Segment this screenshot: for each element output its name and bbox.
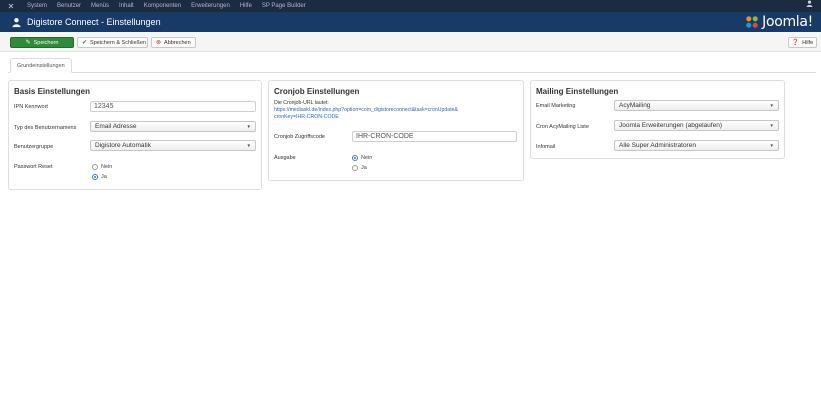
inform-select[interactable]: Alle Super Administratoren ▼ [614,140,779,151]
mailing-settings-panel: Mailing Einstellungen Email Marketing Ac… [530,80,785,159]
reset-label: Passwort Reset [14,164,53,170]
nav-item-content[interactable]: Inhalt [114,0,139,12]
username-type-value: Email Adresse [95,123,137,130]
ipn-label: IPN Kennwort [14,104,48,110]
username-type-label: Typ des Benutzernamens [14,125,77,131]
output-radio-nein[interactable]: Nein [352,155,372,161]
mailing-panel-title: Mailing Einstellungen [536,87,619,96]
save-close-button-label: Speichern & Schließen [90,39,146,46]
reset-radio-ja[interactable]: Ja [92,174,107,180]
radio-dot [352,165,358,171]
chevron-down-icon: ▼ [769,123,774,128]
nav-item-help[interactable]: Hilfe [235,0,257,12]
save-button-label: Speichern [33,39,59,46]
top-navbar: ✕ System Benutzer Menüs Inhalt Komponent… [0,0,821,12]
tab-bar: Grundeinstellungen [8,58,816,73]
chevron-down-icon: ▼ [769,103,774,108]
reset-option-ja: Ja [101,174,107,180]
reset-option-nein: Nein [101,164,113,170]
cancel-icon: ⊗ [156,40,162,46]
radio-dot [352,155,358,161]
nav-item-components[interactable]: Komponenten [139,0,186,12]
toolbar: ✎ Speichern ✔ Speichern & Schließen ⊗ Ab… [0,32,821,52]
cancel-button[interactable]: ⊗ Abbrechen [151,37,196,48]
cron-code-label: Cronjob Zugriffscode [274,134,325,140]
joomla-logo-text: Joomla! [762,14,813,30]
save-button[interactable]: ✎ Speichern [10,37,74,48]
cancel-button-label: Abbrechen [164,39,191,46]
joomla-logo-icon [746,16,758,28]
nav-item-system[interactable]: System [22,0,52,12]
nav-item-sp-page-builder[interactable]: SP Page Builder [257,0,311,12]
output-option-nein: Nein [361,155,373,161]
help-icon: ❓ [791,40,800,46]
cronjob-panel-title: Cronjob Einstellungen [274,87,360,96]
username-type-select[interactable]: Email Adresse ▼ [90,121,256,132]
cronjob-url-line1[interactable]: https://mediaskl.de/index.php?option=com… [274,107,519,114]
output-radio-ja[interactable]: Ja [352,165,367,171]
group-label: Benutzergruppe [14,144,54,150]
basis-settings-panel: Basis Einstellungen IPN Kennwort 12345 T… [8,80,262,190]
email-marketing-value: AcyMailing [619,102,651,109]
cronjob-url-intro: Die Cronjob-URL lautet: [274,100,329,106]
help-button-label: Hilfe [802,39,814,46]
cron-list-label: Cron AcyMailing Liste [536,124,589,130]
cron-list-select[interactable]: Joomla Erweiterungen (abgelaufen) ▼ [614,120,779,131]
group-value: Digistore Automatik [95,142,151,149]
nav-item-extensions[interactable]: Erweiterungen [186,0,235,12]
email-marketing-select[interactable]: AcyMailing ▼ [614,100,779,111]
joomla-menu-icon[interactable]: ✕ [0,0,22,12]
chevron-down-icon: ▼ [246,143,251,148]
chevron-down-icon: ▼ [769,143,774,148]
cronjob-settings-panel: Cronjob Einstellungen Die Cronjob-URL la… [268,80,524,181]
cron-list-value: Joomla Erweiterungen (abgelaufen) [619,122,722,129]
user-icon[interactable] [806,0,813,12]
basis-panel-title: Basis Einstellungen [14,87,91,96]
edit-icon: ✎ [25,40,31,46]
chevron-down-icon: ▼ [246,124,251,129]
help-button[interactable]: ❓ Hilfe [788,37,817,48]
users-icon [10,16,22,28]
cronjob-url-line2[interactable]: cronKey=IHR-CRON-CODE [274,114,519,121]
inform-label: Infomail [536,144,556,150]
page-title: Digistore Connect - Einstellungen [27,17,161,27]
nav-item-menus[interactable]: Menüs [86,0,114,12]
ipn-input[interactable]: 12345 [90,101,256,112]
radio-dot [92,174,98,180]
group-select[interactable]: Digistore Automatik ▼ [90,140,256,151]
cronjob-url-info: Die Cronjob-URL lautet: https://mediaskl… [274,100,519,121]
radio-dot [92,164,98,170]
reset-radio-nein[interactable]: Nein [92,164,112,170]
email-marketing-label: Email Marketing [536,103,576,109]
output-option-ja: Ja [361,165,367,171]
page-header: Digistore Connect - Einstellungen Joomla… [0,12,821,32]
check-icon: ✔ [82,40,88,46]
joomla-logo: Joomla! [744,13,813,31]
nav-item-users[interactable]: Benutzer [52,0,86,12]
inform-value: Alle Super Administratoren [619,142,696,149]
tab-grundeinstellungen[interactable]: Grundeinstellungen [10,58,72,73]
output-label: Ausgabe [274,155,296,161]
save-close-button[interactable]: ✔ Speichern & Schließen [77,37,148,48]
cron-code-input[interactable]: IHR-CRON-CODE [352,131,517,142]
